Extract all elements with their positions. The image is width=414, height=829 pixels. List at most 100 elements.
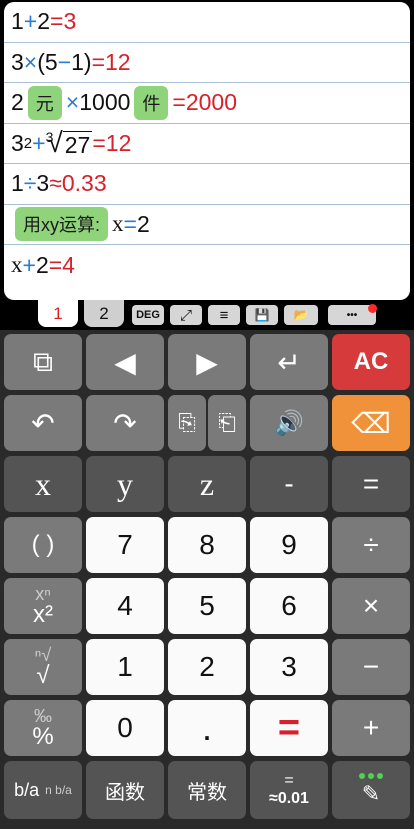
- operand: 3: [11, 129, 24, 156]
- unit-tag[interactable]: 件: [134, 85, 169, 120]
- enter-button[interactable]: ↵: [250, 334, 328, 390]
- precision-button[interactable]: = ≈0.01: [250, 761, 328, 819]
- root-index: 3: [45, 129, 54, 146]
- result: 12: [105, 48, 131, 75]
- operator: +: [32, 129, 46, 156]
- x-variable-button[interactable]: x: [4, 456, 82, 512]
- operator: +: [23, 8, 38, 35]
- edit-button[interactable]: ✎: [332, 761, 410, 819]
- operand: 1: [11, 8, 24, 35]
- cursor-left-button[interactable]: ◀: [86, 334, 164, 390]
- z-variable-button[interactable]: z: [168, 456, 246, 512]
- precision-label: ≈0.01: [269, 790, 309, 807]
- digit-9-button[interactable]: 9: [250, 517, 328, 573]
- label-tag[interactable]: 用xy运算:: [15, 207, 109, 242]
- digit-8-button[interactable]: 8: [168, 517, 246, 573]
- unit-tag[interactable]: 元: [27, 85, 62, 120]
- digit-5-button[interactable]: 5: [168, 578, 246, 634]
- result: 12: [105, 129, 132, 156]
- paste-icon[interactable]: ⎗: [208, 395, 246, 451]
- functions-button[interactable]: 函数: [86, 761, 164, 819]
- cube-root: 3 √ 27: [46, 127, 93, 159]
- operand: 3: [11, 48, 24, 75]
- equals-sign: =: [172, 89, 186, 116]
- operator: ÷: [23, 170, 37, 197]
- operand: 2: [11, 89, 24, 116]
- power-button[interactable]: xⁿ x²: [4, 578, 82, 634]
- percent-button[interactable]: ‰ %: [4, 700, 82, 756]
- equals-sign: =: [92, 129, 106, 156]
- square-label: x²: [33, 601, 53, 628]
- copy-icon[interactable]: ⎘: [168, 395, 206, 451]
- operand: 2: [35, 251, 49, 278]
- deg-button[interactable]: DEG: [132, 305, 164, 325]
- calc-line-4[interactable]: 3 2 + 3 √ 27 = 12: [4, 124, 410, 164]
- y-variable-button[interactable]: y: [86, 456, 164, 512]
- digit-7-button[interactable]: 7: [86, 517, 164, 573]
- backspace-icon[interactable]: ⌫: [332, 395, 410, 451]
- pencil-icon: ✎: [361, 781, 381, 806]
- calc-line-7[interactable]: x +2 = 4: [4, 245, 410, 286]
- equals-sign: =: [91, 48, 106, 75]
- operator: −: [57, 48, 72, 75]
- multiply-button[interactable]: ×: [332, 578, 410, 634]
- equals-sign: =: [48, 251, 63, 278]
- exponent: 2: [23, 134, 33, 152]
- operator: +: [22, 251, 36, 278]
- equals-mode-label: =: [284, 772, 294, 790]
- cursor-right-button[interactable]: ▶: [168, 334, 246, 390]
- digit-0-button[interactable]: 0: [86, 700, 164, 756]
- subtract-button[interactable]: −: [332, 639, 410, 695]
- constants-button[interactable]: 常数: [168, 761, 246, 819]
- operand: 1: [11, 170, 24, 197]
- save-icon[interactable]: 💾: [246, 305, 278, 325]
- tab-2[interactable]: 2: [84, 300, 124, 327]
- calc-line-6[interactable]: 用xy运算: x = 2: [4, 205, 410, 245]
- radicand: 27: [62, 131, 93, 159]
- tab-1[interactable]: 1: [38, 300, 78, 327]
- digit-4-button[interactable]: 4: [86, 578, 164, 634]
- calculate-button[interactable]: =: [250, 700, 328, 756]
- divide-button[interactable]: ÷: [332, 517, 410, 573]
- list-icon[interactable]: ≡: [208, 305, 240, 325]
- sqrt-label: √: [36, 662, 50, 689]
- root-button[interactable]: ⁿ√ √: [4, 639, 82, 695]
- variable: x: [112, 211, 124, 237]
- digit-3-button[interactable]: 3: [250, 639, 328, 695]
- all-clear-button[interactable]: AC: [332, 334, 410, 390]
- percent-label: %: [32, 723, 54, 750]
- variable: x: [11, 252, 23, 278]
- folder-icon[interactable]: 📂: [284, 305, 318, 325]
- operand: (5: [37, 48, 58, 75]
- digit-2-button[interactable]: 2: [168, 639, 246, 695]
- digit-6-button[interactable]: 6: [250, 578, 328, 634]
- operand: 2: [37, 8, 51, 35]
- calc-line-2[interactable]: 3 × (5−1) = 12: [4, 43, 410, 83]
- operand: 3: [36, 170, 50, 197]
- parentheses-button[interactable]: ( ): [4, 517, 82, 573]
- operator: ×: [23, 48, 38, 75]
- keypad: ⧉ ◀ ▶ ↵ AC ↶ ↷ ⎘ ⎗ 🔊 ⌫ x y z - = ( ) 7 8…: [0, 330, 414, 829]
- digit-1-button[interactable]: 1: [86, 639, 164, 695]
- copy-window-icon[interactable]: ⧉: [4, 334, 82, 390]
- undo-icon[interactable]: ↶: [4, 395, 82, 451]
- tab-bar: 1 2 DEG ⤢ ≡ 💾 📂 •••: [0, 300, 414, 328]
- operator: ×: [65, 89, 80, 116]
- operand: 1000: [79, 89, 131, 116]
- calc-line-3[interactable]: 2 元 × 1000 件 = 2000: [4, 83, 410, 124]
- calc-line-1[interactable]: 1 +2 = 3: [4, 2, 410, 43]
- mixed-fraction-label: n b/a: [45, 783, 72, 797]
- approx-sign: ≈: [49, 170, 62, 197]
- redo-icon[interactable]: ↷: [86, 395, 164, 451]
- expand-icon[interactable]: ⤢: [170, 305, 202, 325]
- speaker-icon[interactable]: 🔊: [250, 395, 328, 451]
- equals-button[interactable]: =: [332, 456, 410, 512]
- result: 0.33: [61, 170, 107, 197]
- decimal-point-button[interactable]: .: [168, 700, 246, 756]
- operand: 1): [71, 48, 92, 75]
- fraction-button[interactable]: b/a n b/a: [4, 761, 82, 819]
- equals-sign: =: [123, 210, 137, 237]
- calc-line-5[interactable]: 1 ÷ 3 ≈0.33: [4, 164, 410, 205]
- add-button[interactable]: +: [332, 700, 410, 756]
- minus-sign-button[interactable]: -: [250, 456, 328, 512]
